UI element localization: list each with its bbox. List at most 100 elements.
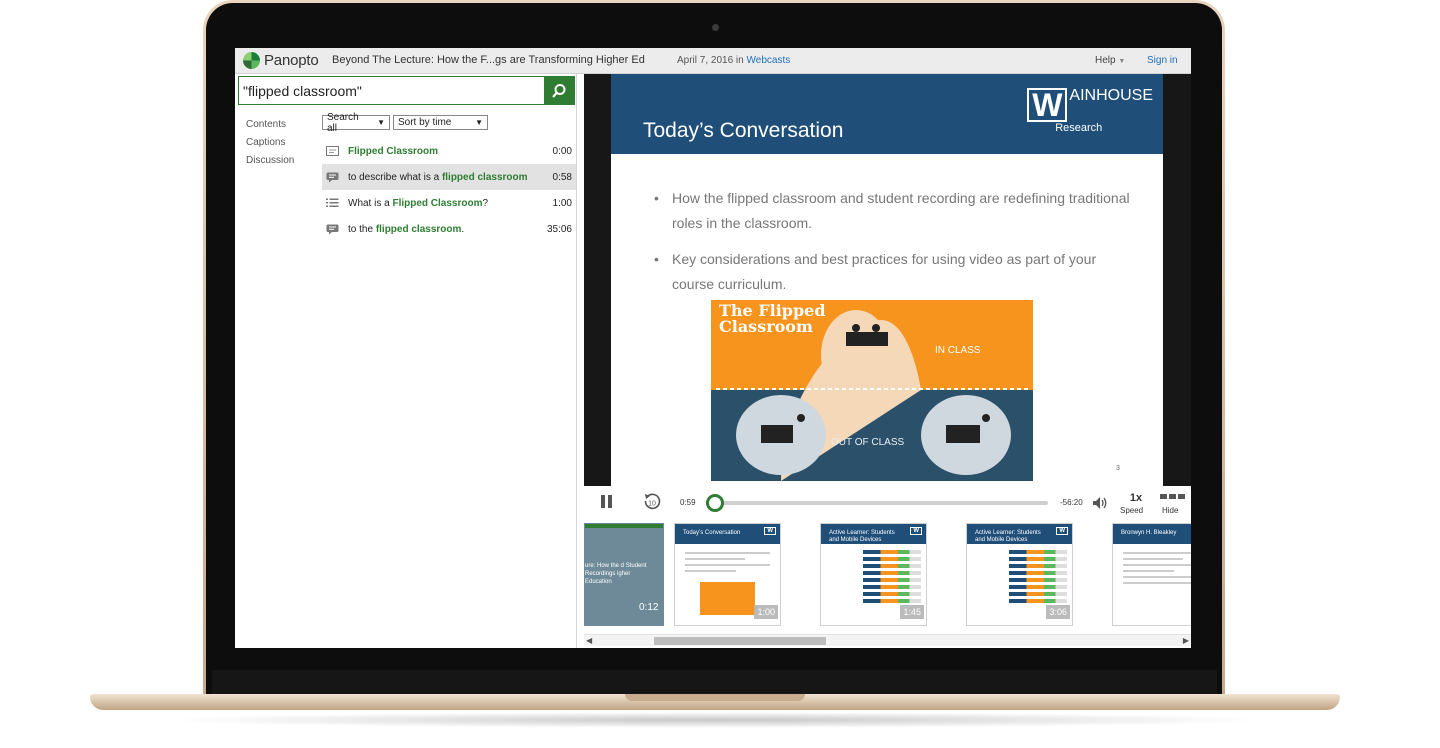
result-row[interactable]: Flipped Classroom 0:00 bbox=[322, 138, 576, 164]
thumbnail-title: Bronwyn H. Bleakley bbox=[1121, 530, 1177, 536]
search-results: Flipped Classroom 0:00 to describe what … bbox=[322, 138, 576, 242]
remaining-time: -56:20 bbox=[1060, 498, 1083, 507]
help-menu[interactable]: Help ▼ bbox=[1095, 55, 1125, 66]
wainhouse-logo: W AINHOUSE Research bbox=[1027, 88, 1153, 134]
pause-icon bbox=[601, 495, 605, 508]
search-scope-value: Search all bbox=[327, 111, 359, 134]
thumbnail-time: 1:45 bbox=[900, 605, 924, 619]
thumbnail-body bbox=[1123, 552, 1191, 588]
graphic-title: The Flipped Classroom bbox=[719, 301, 826, 336]
chevron-down-icon: ▼ bbox=[1118, 58, 1126, 65]
result-row[interactable]: What is a Flipped Classroom? 1:00 bbox=[322, 190, 576, 216]
thumbnail[interactable]: ure: How the d Student Recordings igher … bbox=[584, 523, 664, 626]
panopto-viewer: Panopto Beyond The Lecture: How the F...… bbox=[235, 48, 1191, 648]
tab-contents[interactable]: Contents bbox=[246, 116, 294, 134]
thumbnail-time: 3:06 bbox=[1046, 605, 1070, 619]
thumbnail[interactable]: Today’s Conversation W 1:00 bbox=[674, 523, 781, 626]
thumbnail[interactable]: Active Learner: Students and Mobile Devi… bbox=[820, 523, 927, 626]
rewind-10-button[interactable]: 10 bbox=[642, 492, 662, 512]
progress-bar[interactable] bbox=[710, 501, 1048, 505]
volume-icon bbox=[1093, 497, 1107, 509]
list-icon bbox=[326, 198, 344, 208]
result-time: 0:00 bbox=[552, 145, 572, 157]
thumbnail-chart bbox=[1009, 550, 1067, 610]
sort-value: Sort by time bbox=[398, 117, 452, 128]
slide-page-number: 3 bbox=[1116, 465, 1120, 472]
hide-label[interactable]: Hide bbox=[1162, 506, 1178, 515]
slide-title: Today’s Conversation bbox=[643, 119, 844, 142]
tab-captions[interactable]: Captions bbox=[246, 134, 294, 152]
session-title: Beyond The Lecture: How the F...gs are T… bbox=[332, 54, 645, 66]
session-date: April 7, 2016 in Webcasts bbox=[677, 55, 790, 66]
thumbnail-title: Active Learner: Students and Mobile Devi… bbox=[829, 530, 895, 543]
thumbnail[interactable]: Active Learner: Students and Mobile Devi… bbox=[966, 523, 1073, 626]
panopto-logo-icon bbox=[243, 52, 260, 69]
tab-discussion[interactable]: Discussion bbox=[246, 152, 294, 170]
caption-icon bbox=[326, 224, 344, 235]
speed-value[interactable]: 1x bbox=[1128, 492, 1144, 504]
primary-video-area[interactable]: Today’s Conversation W AINHOUSE Research … bbox=[584, 74, 1191, 486]
chevron-down-icon: ▼ bbox=[475, 118, 483, 127]
volume-button[interactable] bbox=[1092, 496, 1108, 510]
sign-in-link[interactable]: Sign in bbox=[1147, 55, 1178, 66]
top-bar: Panopto Beyond The Lecture: How the F...… bbox=[235, 48, 1191, 74]
folder-link[interactable]: Webcasts bbox=[747, 55, 791, 66]
graphic-in-class: IN CLASS bbox=[935, 345, 981, 356]
search-scope-select[interactable]: Search all ▼ bbox=[322, 112, 390, 134]
scroll-right-icon[interactable]: ▶ bbox=[1183, 636, 1189, 645]
pause-button[interactable] bbox=[601, 495, 613, 508]
laptop-chin bbox=[212, 670, 1217, 694]
result-text: to the flipped classroom. bbox=[348, 223, 465, 235]
result-time: 35:06 bbox=[546, 223, 572, 235]
thumbnail-title: ure: How the d Student Recordings igher … bbox=[585, 563, 647, 585]
thumbnail-body bbox=[685, 552, 770, 576]
search-input[interactable] bbox=[243, 77, 543, 104]
chevron-down-icon: ▼ bbox=[377, 118, 385, 127]
scroll-thumb[interactable] bbox=[654, 637, 826, 645]
presentation-slide: Today’s Conversation W AINHOUSE Research … bbox=[611, 74, 1163, 486]
progress-knob[interactable] bbox=[706, 494, 724, 512]
wainhouse-logo: W bbox=[910, 527, 922, 535]
thumbnail-title: Today’s Conversation bbox=[683, 530, 741, 536]
result-text: to describe what is a flipped classroom. bbox=[348, 171, 528, 183]
thumbnail-scrollbar[interactable]: ◀ ▶ bbox=[584, 634, 1191, 646]
search-box bbox=[238, 76, 575, 105]
current-time: 0:59 bbox=[680, 498, 696, 507]
wainhouse-w-mark: W bbox=[1027, 88, 1068, 122]
slide-bullet: Key considerations and best practices fo… bbox=[651, 247, 1131, 297]
result-text: What is a Flipped Classroom? bbox=[348, 197, 489, 209]
result-time: 0:58 bbox=[552, 171, 572, 183]
session-date-text: April 7, 2016 in bbox=[677, 55, 744, 66]
slide-bullet: How the flipped classroom and student re… bbox=[651, 186, 1131, 236]
speed-label[interactable]: Speed bbox=[1120, 506, 1143, 515]
wainhouse-logo: W bbox=[1056, 527, 1068, 535]
thumbnail-time: 0:12 bbox=[639, 602, 659, 613]
hide-thumbnails-icon[interactable] bbox=[1160, 494, 1185, 499]
laptop-shadow bbox=[160, 712, 1270, 728]
thumbnail-title: Active Learner: Students and Mobile Devi… bbox=[975, 530, 1041, 543]
caption-icon bbox=[326, 172, 344, 183]
thumbnail[interactable]: Bronwyn H. Bleakley bbox=[1112, 523, 1191, 626]
search-icon bbox=[552, 83, 566, 98]
result-row[interactable]: to describe what is a flipped classroom.… bbox=[322, 164, 576, 190]
svg-text:10: 10 bbox=[648, 501, 656, 508]
left-pane: Contents Captions Discussion Search all ▼… bbox=[235, 74, 577, 648]
result-text: Flipped Classroom bbox=[348, 145, 439, 157]
search-button[interactable] bbox=[544, 77, 574, 104]
result-row[interactable]: to the flipped classroom. 35:06 bbox=[322, 216, 576, 242]
brand-sub-text: Research bbox=[1055, 122, 1103, 134]
slide-icon bbox=[326, 146, 344, 156]
result-time: 1:00 bbox=[552, 197, 572, 209]
thumbnail-graphic bbox=[700, 582, 755, 615]
side-tabs: Contents Captions Discussion bbox=[246, 116, 294, 170]
rewind-10-icon: 10 bbox=[644, 493, 661, 510]
scroll-left-icon[interactable]: ◀ bbox=[586, 636, 592, 645]
thumbnail-time: 1:00 bbox=[754, 605, 778, 619]
panopto-logo[interactable]: Panopto bbox=[243, 52, 319, 69]
graphic-out-class: OUT OF CLASS bbox=[831, 437, 905, 448]
brand-name: Panopto bbox=[264, 52, 319, 69]
laptop-notch bbox=[625, 694, 805, 701]
brand-name-text: AINHOUSE bbox=[1069, 87, 1153, 104]
player-controls: 10 0:59 -56:20 1x Speed Hide bbox=[584, 486, 1191, 520]
sort-select[interactable]: Sort by time ▼ bbox=[393, 115, 488, 130]
